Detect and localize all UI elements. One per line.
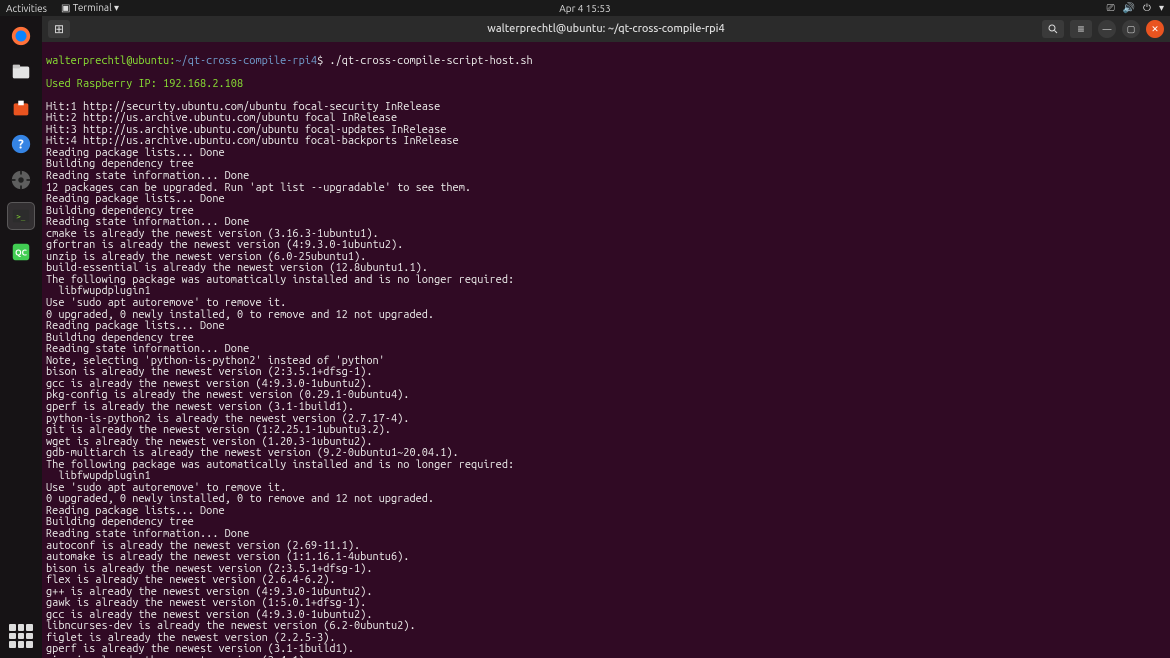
chevron-down-icon[interactable]: ▾ [1159, 2, 1164, 14]
volume-icon[interactable]: 🔊 [1123, 2, 1135, 14]
output-line: gdb-multiarch is already the newest vers… [46, 448, 1166, 460]
output-line: Use 'sudo apt autoremove' to remove it. [46, 298, 1166, 310]
terminal-window: ⊞ walterprechtl@ubuntu: ~/qt-cross-compi… [42, 16, 1170, 658]
window-title: walterprechtl@ubuntu: ~/qt-cross-compile… [487, 23, 724, 35]
output-line: Reading state information... Done [46, 171, 1166, 183]
activities-button[interactable]: Activities [6, 3, 47, 14]
menu-button[interactable]: ≡ [1070, 20, 1092, 38]
command-text: ./qt-cross-compile-script-host.sh [329, 55, 532, 67]
output-line: gperf is already the newest version (3.1… [46, 402, 1166, 414]
terminal-body[interactable]: walterprechtl@ubuntu:~/qt-cross-compile-… [42, 42, 1170, 658]
dock-help[interactable]: ? [7, 130, 35, 158]
output-line: git is already the newest version (1:2.2… [46, 425, 1166, 437]
power-icon[interactable]: ⏻ [1143, 2, 1151, 14]
clock[interactable]: Apr 4 15:53 [559, 3, 610, 14]
dock-qtcreator[interactable]: QC [7, 238, 35, 266]
new-tab-button[interactable]: ⊞ [48, 20, 70, 38]
output-line: The following package was automatically … [46, 460, 1166, 472]
svg-text:?: ? [18, 138, 24, 152]
gnome-dock: ? >_ QC [0, 16, 42, 658]
prompt-path: ~/qt-cross-compile-rpi4 [175, 55, 317, 67]
dock-files[interactable] [7, 58, 35, 86]
output-line: Reading package lists... Done [46, 148, 1166, 160]
minimize-button[interactable]: — [1098, 20, 1116, 38]
dock-terminal[interactable]: >_ [7, 202, 35, 230]
output-line: The following package was automatically … [46, 275, 1166, 287]
dock-show-apps[interactable] [9, 624, 33, 648]
network-icon[interactable]: ⎚ [1107, 2, 1115, 14]
terminal-output: Hit:1 http://security.ubuntu.com/ubuntu … [46, 102, 1166, 658]
svg-text:>_: >_ [16, 212, 25, 221]
window-titlebar: ⊞ walterprechtl@ubuntu: ~/qt-cross-compi… [42, 16, 1170, 42]
output-line: Reading package lists... Done [46, 194, 1166, 206]
output-line: flex is already the newest version (2.6.… [46, 575, 1166, 587]
terminal-app-icon: ▣ [61, 2, 70, 13]
app-menu-label: Terminal [73, 2, 112, 13]
prompt-user: walterprechtl@ubuntu [46, 55, 169, 67]
info-line: Used Raspberry IP: 192.168.2.108 [46, 79, 1166, 91]
chevron-down-icon: ▾ [114, 2, 119, 13]
output-line: automake is already the newest version (… [46, 552, 1166, 564]
dock-firefox[interactable] [7, 22, 35, 50]
close-button[interactable]: ✕ [1146, 20, 1164, 38]
dock-software[interactable] [7, 94, 35, 122]
output-line: Reading package lists... Done [46, 321, 1166, 333]
app-menu[interactable]: ▣ Terminal ▾ [61, 2, 119, 14]
dock-settings[interactable] [7, 166, 35, 194]
output-line: Reading package lists... Done [46, 506, 1166, 518]
gnome-top-bar: Activities ▣ Terminal ▾ Apr 4 15:53 ⎚ 🔊 … [0, 0, 1170, 16]
maximize-button[interactable]: ▢ [1122, 20, 1140, 38]
output-line: Reading state information... Done [46, 529, 1166, 541]
prompt-symbol: $ [317, 55, 323, 67]
svg-text:QC: QC [15, 248, 27, 258]
search-button[interactable] [1042, 20, 1064, 38]
